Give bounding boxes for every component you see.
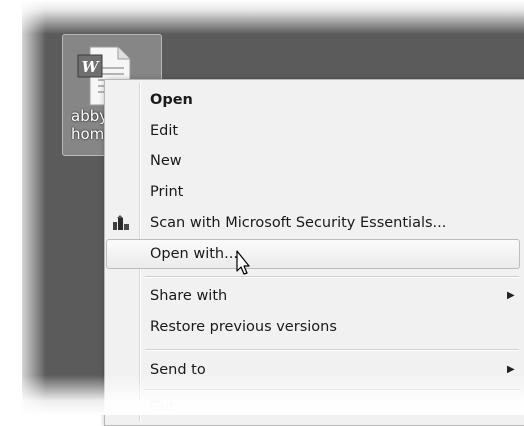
menu-item-share-with[interactable]: Share with ▶ (107, 282, 521, 310)
menu-item-print[interactable]: Print (107, 178, 521, 206)
menu-separator (145, 349, 519, 351)
menu-separator (145, 389, 519, 391)
menu-item-label: Open with... (150, 246, 238, 262)
security-essentials-icon (113, 215, 129, 230)
mouse-pointer-icon (236, 250, 250, 275)
menu-item-open-with[interactable]: Open with... (106, 239, 520, 269)
menu-item-restore-previous-versions[interactable]: Restore previous versions (107, 313, 521, 341)
menu-item-label: Open (150, 92, 193, 108)
menu-item-label: Restore previous versions (150, 319, 337, 335)
menu-item-label: New (150, 153, 182, 169)
svg-text:W: W (82, 58, 101, 76)
menu-item-label: Edit (150, 123, 179, 139)
menu-item-label: Scan with Microsoft Security Essentials.… (150, 215, 447, 231)
menu-item-new[interactable]: New (107, 147, 521, 175)
menu-separator (145, 276, 519, 278)
menu-item-label: Cut (150, 399, 175, 415)
menu-item-label: Print (150, 184, 184, 200)
menu-item-label: Send to (150, 362, 206, 378)
submenu-arrow-icon: ▶ (507, 290, 515, 301)
menu-item-send-to[interactable]: Send to ▶ (107, 356, 521, 384)
menu-item-label: Share with (150, 288, 228, 304)
menu-item-scan-security-essentials[interactable]: Scan with Microsoft Security Essentials.… (107, 209, 521, 237)
menu-item-edit[interactable]: Edit (107, 117, 521, 145)
context-menu: Open Edit New Print Scan with Microsoft … (104, 79, 524, 426)
submenu-arrow-icon: ▶ (507, 364, 515, 375)
menu-item-cut[interactable]: Cut (107, 393, 521, 421)
menu-item-open[interactable]: Open (107, 86, 521, 114)
